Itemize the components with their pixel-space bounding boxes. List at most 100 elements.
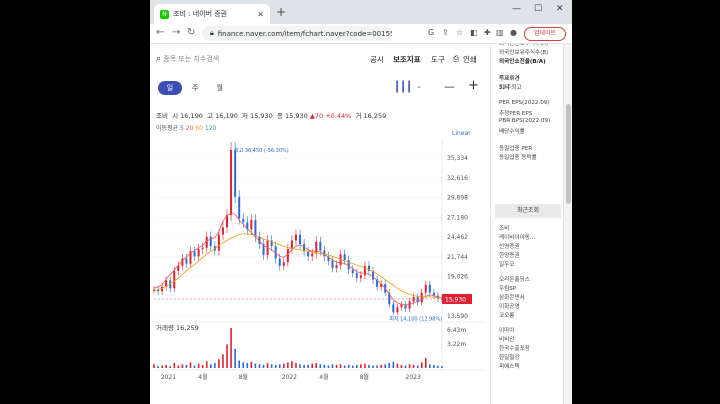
address-bar[interactable]: 🔒︎ finance.naver.com/item/fchart.naver?c…	[202, 26, 392, 41]
recent-views-title: 최근조회	[495, 204, 561, 218]
maximize-icon[interactable]: ☐	[534, 4, 542, 14]
volume-bar	[368, 364, 370, 368]
recent-item[interactable]: 이마아	[499, 326, 514, 334]
candle-body	[299, 234, 302, 245]
volume-bar	[299, 364, 301, 368]
volume-bar	[429, 364, 431, 368]
candle-body	[319, 241, 322, 251]
chart-pane: ⌕ 종목 또는 지수검색 공시 보조지표 도구 ⎙ 인쇄 일 주 월 ┃┃┃ ⌄…	[150, 44, 490, 404]
candle-body	[311, 253, 314, 257]
page-scrollbar[interactable]	[563, 44, 572, 404]
y-tick-label: 21,744	[447, 254, 468, 261]
per-info-4: PBR BPS(2022.09)	[499, 118, 551, 124]
scrollbar-thumb[interactable]	[566, 104, 571, 204]
period-day[interactable]: 일	[158, 81, 182, 95]
per-info-6: 배당수익률	[499, 129, 525, 135]
zoom-in-icon[interactable]: +	[468, 78, 479, 93]
candle-body	[238, 196, 241, 219]
change-value: ▲70 +0.44%	[309, 112, 352, 120]
recent-item[interactable]: 일우코	[499, 260, 514, 268]
minimize-icon[interactable]: —	[512, 4, 521, 14]
close-window-icon[interactable]: ✕	[556, 4, 564, 14]
ma-60[interactable]: 60	[195, 125, 203, 132]
y-tick-label: 13,590	[447, 313, 468, 320]
recent-item[interactable]: 비비안	[499, 335, 514, 343]
x-tick-label: 4월	[319, 373, 328, 381]
profile-icon[interactable]: ●	[510, 28, 517, 37]
print-icon[interactable]: ⎙	[453, 54, 459, 64]
volume-bar	[441, 366, 443, 368]
chevron-down-icon[interactable]: ⌄	[416, 82, 422, 90]
candle-type-icon[interactable]: ┃┃┃	[394, 82, 412, 93]
forward-icon[interactable]: →	[172, 27, 180, 38]
volume-bar	[331, 364, 334, 368]
candle-body	[278, 258, 281, 266]
candle-body	[185, 258, 188, 264]
candle-body	[420, 292, 423, 303]
menu-disclosure[interactable]: 공시	[370, 54, 384, 65]
high-value: 16,190	[215, 112, 238, 120]
period-week[interactable]: 주	[192, 83, 198, 93]
sidepanel-icon[interactable]: ▥	[496, 28, 504, 37]
extension-icon[interactable]: ◧	[470, 28, 478, 37]
puzzle-icon[interactable]: ✚	[484, 28, 491, 37]
new-tab-icon[interactable]: +	[276, 5, 286, 19]
lock-icon: 🔒︎	[210, 29, 214, 37]
ma-20[interactable]: 20	[186, 125, 194, 132]
google-icon[interactable]: G	[428, 28, 434, 37]
recent-item[interactable]: 삼화콘덴서	[499, 293, 525, 301]
recent-item[interactable]: 한양증권	[499, 251, 520, 259]
reload-icon[interactable]: ↻	[187, 27, 195, 38]
ma-120[interactable]: 120	[205, 125, 216, 132]
volume-title: 거래량 16,259	[156, 323, 199, 332]
stock-chart[interactable]: 35,334 32,616 29,898 27,180 24,462 21,744 19,0…	[150, 140, 490, 404]
volume-bar	[356, 364, 358, 368]
share-icon[interactable]: ⇪	[442, 28, 449, 37]
recent-item[interactable]: 조비	[499, 224, 509, 232]
bookmark-star-icon[interactable]: ☆	[456, 28, 463, 37]
close-label: 종	[276, 112, 283, 120]
active-tab[interactable]: N 조비 : 네이버 증권 ✕	[154, 4, 270, 24]
volume-bar	[242, 362, 245, 368]
close-tab-icon[interactable]: ✕	[257, 10, 264, 19]
volume-bar	[364, 363, 366, 368]
candle-body	[331, 260, 334, 269]
volume-label: 거	[355, 112, 362, 120]
volume-bar	[437, 365, 439, 368]
period-month[interactable]: 월	[216, 83, 222, 93]
stock-name: 조비	[156, 112, 168, 120]
volume-bar	[303, 364, 305, 368]
recent-item[interactable]: 한일철강	[499, 353, 520, 361]
recent-item[interactable]: 오리온홀딩스	[499, 275, 530, 283]
recent-item[interactable]: 신영증권	[499, 242, 520, 250]
volume-bar	[327, 365, 330, 368]
volume-bar	[420, 362, 423, 368]
update-button[interactable]: 업데이트	[524, 27, 566, 41]
recent-item[interactable]: 한국수출포장	[499, 344, 530, 352]
volume-bar	[360, 364, 362, 368]
scale-selector[interactable]: Linear	[452, 130, 471, 137]
menu-print[interactable]: 인쇄	[463, 54, 477, 65]
volume-bar	[416, 365, 419, 368]
candle-body	[173, 270, 176, 289]
search-icon[interactable]: ⌕	[156, 54, 161, 64]
recent-item[interactable]: 케이비아이동...	[499, 233, 535, 241]
recent-item[interactable]: 코오롱	[499, 311, 514, 319]
recent-item[interactable]: 우림SP	[499, 284, 516, 292]
candle-body	[254, 220, 257, 237]
volume-tick-label: 6.43m	[447, 327, 466, 334]
menu-tools[interactable]: 도구	[431, 54, 445, 65]
ma-5[interactable]: 5	[180, 125, 184, 132]
recent-item[interactable]: 피에스텍	[499, 362, 520, 370]
zoom-out-icon[interactable]: —	[444, 80, 455, 93]
candle-body	[396, 307, 399, 313]
min-price-label: 최저 14,100 (12.98%)	[389, 315, 442, 322]
candle-body	[343, 254, 346, 261]
search-input[interactable]: 종목 또는 지수검색	[163, 55, 219, 63]
menu-indicators[interactable]: 보조지표	[393, 54, 421, 65]
volume-bar	[339, 364, 342, 368]
volume-bar	[295, 363, 297, 368]
volume-bar	[287, 362, 289, 368]
recent-item[interactable]: 이화공영	[499, 302, 520, 310]
back-icon[interactable]: ←	[156, 27, 164, 38]
